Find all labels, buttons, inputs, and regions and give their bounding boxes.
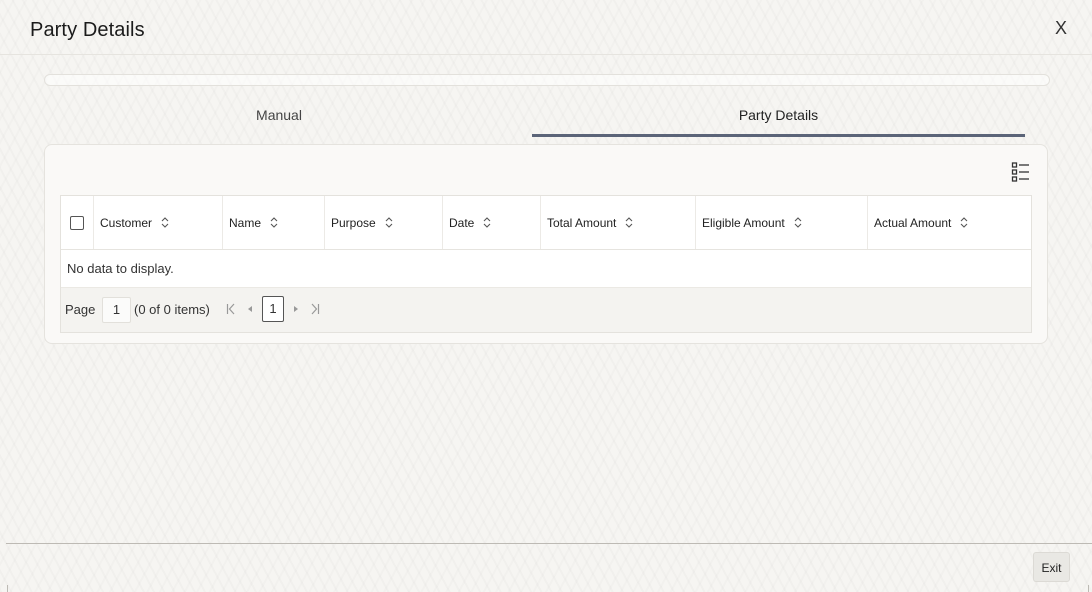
party-details-grid: Customer Name Purpose Date Total Amount … xyxy=(60,195,1032,333)
page-number-input[interactable]: 1 xyxy=(102,297,131,323)
header-cell-select xyxy=(61,196,94,249)
column-header-actual-amount[interactable]: Actual Amount xyxy=(868,196,1031,249)
column-header-purpose[interactable]: Purpose xyxy=(325,196,443,249)
column-label-customer: Customer xyxy=(100,215,153,230)
footer-corner-right xyxy=(1088,585,1089,592)
column-label-total-amount: Total Amount xyxy=(547,215,617,230)
exit-button[interactable]: Exit xyxy=(1033,552,1070,582)
pagination-bar: Page 1 (0 of 0 items) 1 xyxy=(61,287,1031,332)
tab-party-details[interactable]: Party Details xyxy=(532,98,1025,137)
empty-message: No data to display. xyxy=(67,261,174,276)
column-label-date: Date xyxy=(449,215,475,230)
title-divider xyxy=(0,54,1092,55)
column-label-purpose: Purpose xyxy=(331,215,376,230)
column-header-eligible-amount[interactable]: Eligible Amount xyxy=(696,196,868,249)
sort-icon[interactable] xyxy=(161,216,169,229)
sort-icon[interactable] xyxy=(483,216,491,229)
column-header-name[interactable]: Name xyxy=(223,196,325,249)
column-label-actual-amount: Actual Amount xyxy=(874,215,952,230)
sort-icon[interactable] xyxy=(385,216,393,229)
column-label-name: Name xyxy=(229,215,262,230)
dialog-title: Party Details xyxy=(30,19,145,41)
last-page-icon[interactable] xyxy=(310,300,320,318)
column-label-eligible-amount: Eligible Amount xyxy=(702,215,785,230)
sort-icon[interactable] xyxy=(960,216,968,229)
sort-icon[interactable] xyxy=(794,216,802,229)
page-button-1[interactable]: 1 xyxy=(262,296,284,322)
tab-manual[interactable]: Manual xyxy=(44,98,514,134)
footer-corner-left xyxy=(7,585,8,592)
footer-divider xyxy=(6,543,1092,544)
column-header-total-amount[interactable]: Total Amount xyxy=(541,196,696,249)
top-band xyxy=(44,74,1050,86)
next-page-icon[interactable] xyxy=(292,300,300,318)
sort-icon[interactable] xyxy=(270,216,278,229)
first-page-icon[interactable] xyxy=(226,300,236,318)
previous-page-icon[interactable] xyxy=(246,300,254,318)
column-header-date[interactable]: Date xyxy=(443,196,541,249)
column-settings-icon[interactable] xyxy=(1011,161,1031,183)
party-details-panel: Customer Name Purpose Date Total Amount … xyxy=(44,144,1048,344)
pager-label: Page xyxy=(65,302,96,317)
sort-icon[interactable] xyxy=(625,216,633,229)
close-button[interactable]: X xyxy=(1049,16,1073,40)
select-all-checkbox[interactable] xyxy=(70,215,84,230)
grid-header: Customer Name Purpose Date Total Amount … xyxy=(61,196,1031,250)
pager-item-count: (0 of 0 items) xyxy=(134,302,210,317)
column-header-customer[interactable]: Customer xyxy=(94,196,223,249)
